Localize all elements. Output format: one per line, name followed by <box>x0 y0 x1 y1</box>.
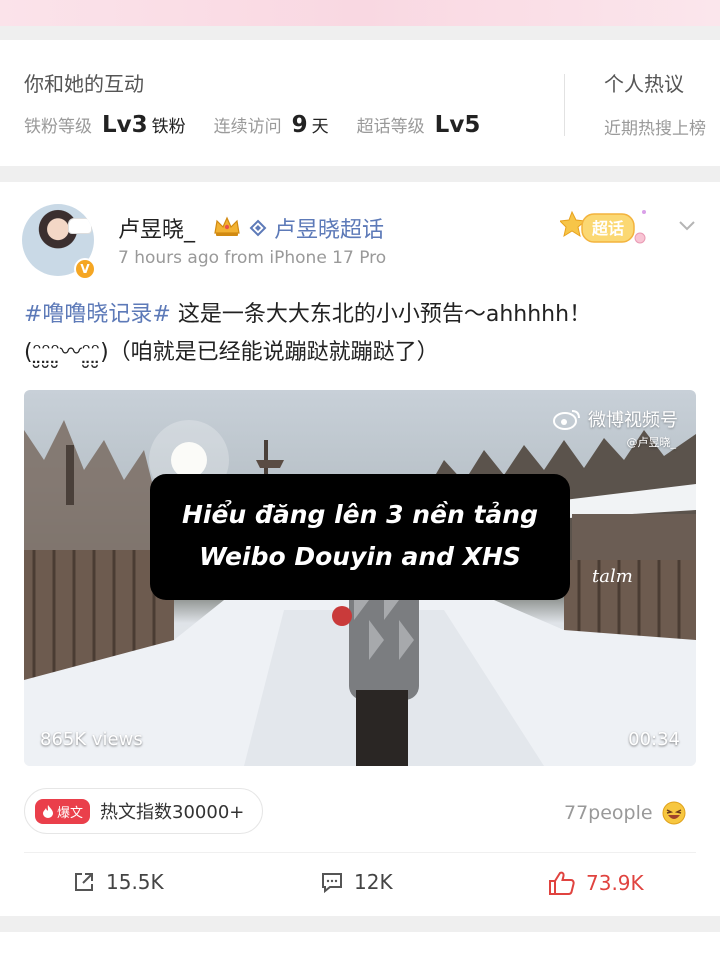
watermark-text: 微博视频号 <box>588 410 678 431</box>
hot-index-text: 热文指数30000+ <box>100 802 245 823</box>
interaction-title: 你和她的互动 <box>24 72 144 96</box>
thumbs-up-icon <box>549 871 575 895</box>
top-banner <box>0 0 720 26</box>
caption-line1: Hiểu đăng lên 3 nền tảng <box>181 500 538 529</box>
overlay-signature: talm <box>592 566 633 587</box>
iron-fan-unit: 铁粉 <box>151 117 186 137</box>
hot-index-pill[interactable]: 爆文 热文指数30000+ <box>24 788 264 834</box>
supertopic-name: 卢昱晓超话 <box>274 218 385 243</box>
visit-unit: 天 <box>311 117 329 137</box>
post-hashtag[interactable]: #噜噜晓记录# <box>24 302 171 327</box>
supertopic-badge-icon[interactable]: 超话 <box>560 206 650 246</box>
caption-line2: Weibo Douyin and XHS <box>199 542 521 571</box>
supertopic-level: Lv5 <box>434 112 481 138</box>
chevron-down-icon[interactable] <box>676 214 698 236</box>
watermark-handle: @卢昱晓_ <box>626 436 677 449</box>
supertopic-level-label: 超话等级 <box>356 117 425 137</box>
share-button[interactable]: 15.5K <box>72 870 164 894</box>
next-post-card-peek <box>0 932 720 960</box>
weibo-logo-icon <box>553 410 580 430</box>
verified-badge-icon: V <box>74 258 96 280</box>
personal-hot-title[interactable]: 个人热议 <box>604 68 684 97</box>
video-player[interactable]: 微博视频号 @卢昱晓_ Hiểu đăng lên 3 nền tảng Wei… <box>24 390 696 766</box>
like-button[interactable]: 73.9K <box>548 870 644 896</box>
visit-days: 9 <box>291 112 308 138</box>
like-count: 73.9K <box>586 871 644 895</box>
video-views: 865K views <box>40 729 143 750</box>
flame-icon <box>43 804 53 818</box>
people-count-text: 77people <box>564 802 653 824</box>
post-text-line1: 这是一条大大东北的小小预告～ahhhhh！ <box>170 302 592 327</box>
personal-hot-sub[interactable]: 近期热搜上榜 <box>604 114 706 139</box>
username[interactable]: 卢昱晓_ <box>118 212 195 244</box>
post-text-line2: (ᵔ̤̮ᵔ̤̮ᵔ̤̮〰ᵔ̤̮ᵔ̤̮)（咱就是已经能说蹦跶就蹦跶了） <box>24 340 439 365</box>
post-text: #噜噜晓记录# 这是一条大大东北的小小预告～ahhhhh！ (ᵔ̤̮ᵔ̤̮ᵔ̤̮… <box>24 296 694 372</box>
people-count[interactable]: 77people <box>564 800 687 826</box>
hot-tag: 爆文 <box>35 798 91 824</box>
visit-label: 连续访问 <box>213 117 282 137</box>
hot-tag-label: 爆文 <box>57 805 84 821</box>
interaction-divider <box>564 74 565 136</box>
comment-button[interactable]: 12K <box>320 870 393 894</box>
interaction-stats: 铁粉等级 Lv3 铁粉 连续访问 9 天 超话等级 Lv5 <box>24 112 480 138</box>
post-time-source: 7 hours ago from iPhone 17 Pro <box>118 248 387 268</box>
video-duration: 00:34 <box>628 729 680 750</box>
share-icon <box>75 873 93 891</box>
comment-count: 12K <box>354 870 393 894</box>
action-divider <box>24 852 696 853</box>
crown-icon <box>214 216 240 236</box>
comment-icon <box>322 873 342 894</box>
share-count: 15.5K <box>106 870 164 894</box>
iron-fan-label: 铁粉等级 <box>24 117 92 137</box>
laughing-face-icon <box>662 801 686 825</box>
action-bar: 15.5K 12K 73.9K <box>0 866 720 906</box>
diamond-icon <box>249 219 267 237</box>
weibo-video-watermark: 微博视频号 <box>552 406 678 432</box>
avatar-cat-icon <box>68 218 92 234</box>
supertopic-link[interactable]: 卢昱晓超话 <box>248 212 384 244</box>
supertopic-badge-label: 超话 <box>591 219 624 238</box>
interaction-card: 你和她的互动 铁粉等级 Lv3 铁粉 连续访问 9 天 超话等级 Lv5 个人热… <box>0 40 720 166</box>
post-card: V 卢昱晓_ 卢昱晓超话 7 hours ago from iPhone 17 … <box>0 182 720 916</box>
iron-fan-level: Lv3 <box>102 112 148 138</box>
video-caption-box: Hiểu đăng lên 3 nền tảng Weibo Douyin an… <box>150 474 570 600</box>
